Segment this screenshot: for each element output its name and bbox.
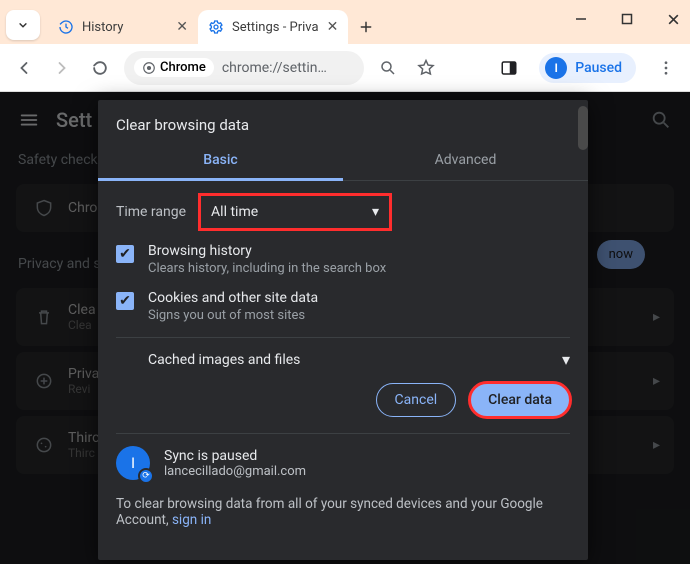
- clear-browsing-data-dialog: Clear browsing data Basic Advanced Time …: [98, 100, 588, 560]
- tab-label: History: [82, 20, 123, 35]
- minimize-button[interactable]: [570, 8, 592, 30]
- option-cookies[interactable]: ✔ Cookies and other site data Signs you …: [116, 290, 570, 323]
- window-controls: [570, 8, 684, 30]
- checkbox-checked[interactable]: ✔: [116, 292, 134, 310]
- time-range-value: All time: [211, 204, 258, 220]
- menu-button[interactable]: [652, 54, 680, 82]
- bookmark-button[interactable]: [412, 54, 440, 82]
- maximize-button[interactable]: [616, 8, 638, 30]
- profile-chip-label: Paused: [575, 60, 622, 76]
- sync-paused-badge-icon: ⟳: [138, 468, 154, 484]
- avatar-initial: I: [131, 454, 135, 472]
- chrome-icon: [142, 61, 156, 75]
- reload-button[interactable]: [86, 54, 114, 82]
- clear-data-button[interactable]: Clear data: [470, 383, 570, 417]
- gear-icon: [208, 19, 224, 35]
- option-browsing-history[interactable]: ✔ Browsing history Clears history, inclu…: [116, 243, 570, 276]
- time-range-select[interactable]: All time ▾: [200, 195, 390, 229]
- dialog-actions: Cancel Clear data: [98, 369, 588, 433]
- option-title: Browsing history: [148, 243, 386, 259]
- time-range-row: Time range All time ▾: [116, 195, 570, 229]
- option-sub: Clears history, including in the search …: [148, 261, 386, 276]
- tab-basic[interactable]: Basic: [98, 142, 343, 181]
- toolbar: Chrome chrome://settin… I Paused: [0, 44, 690, 92]
- button-label: Clear data: [488, 392, 552, 408]
- tab-label: Basic: [203, 152, 237, 168]
- back-button[interactable]: [10, 54, 38, 82]
- dialog-title: Clear browsing data: [98, 100, 588, 142]
- tab-search-button[interactable]: [6, 10, 40, 40]
- dialog-tabs: Basic Advanced: [98, 142, 588, 181]
- magnifier-icon: [379, 59, 397, 77]
- omnibox[interactable]: Chrome chrome://settin…: [124, 51, 364, 85]
- time-range-label: Time range: [116, 204, 186, 220]
- new-tab-button[interactable]: [352, 13, 380, 41]
- tab-history[interactable]: History ✕: [48, 10, 198, 44]
- tab-label: Advanced: [435, 152, 497, 168]
- dialog-footnote: To clear browsing data from all of your …: [98, 492, 588, 528]
- reload-icon: [90, 58, 110, 78]
- close-icon[interactable]: ✕: [176, 19, 188, 35]
- titlebar: History ✕ Settings - Priva ✕: [0, 0, 690, 44]
- side-panel-icon: [500, 59, 518, 77]
- avatar: I: [545, 57, 567, 79]
- zoom-button[interactable]: [374, 54, 402, 82]
- cancel-button[interactable]: Cancel: [376, 383, 457, 417]
- arrow-left-icon: [14, 58, 34, 78]
- kebab-icon: [657, 59, 675, 77]
- avatar: I ⟳: [116, 446, 150, 480]
- omnibox-url: chrome://settin…: [222, 60, 327, 76]
- close-icon[interactable]: ✕: [327, 19, 339, 35]
- chevron-down-icon: [16, 18, 30, 32]
- site-chip-label: Chrome: [160, 60, 206, 75]
- scrollbar-thumb[interactable]: [578, 106, 588, 150]
- sign-in-link[interactable]: sign in: [172, 512, 211, 528]
- profile-chip[interactable]: I Paused: [539, 53, 636, 83]
- tab-label: Settings - Priva: [232, 20, 319, 35]
- star-icon: [416, 58, 436, 78]
- tab-settings[interactable]: Settings - Priva ✕: [198, 10, 348, 44]
- sync-status-text: Sync is paused: [164, 448, 306, 464]
- caret-down-icon: ▾: [372, 204, 379, 220]
- close-window-button[interactable]: [662, 8, 684, 30]
- tab-advanced[interactable]: Advanced: [343, 142, 588, 181]
- forward-button[interactable]: [48, 54, 76, 82]
- checkbox-checked[interactable]: ✔: [116, 245, 134, 263]
- tab-strip: History ✕ Settings - Priva ✕: [48, 10, 380, 44]
- button-label: Cancel: [395, 392, 438, 408]
- option-sub: Signs you out of most sites: [148, 308, 318, 323]
- sync-status-row[interactable]: I ⟳ Sync is paused lancecillado@gmail.co…: [116, 433, 570, 492]
- arrow-right-icon: [52, 58, 72, 78]
- site-chip[interactable]: Chrome: [134, 58, 214, 77]
- dialog-body: Time range All time ▾ ✔ Browsing history…: [98, 181, 588, 369]
- option-title: Cached images and files: [116, 352, 300, 368]
- history-icon: [58, 19, 74, 35]
- plus-icon: [358, 19, 374, 35]
- caret-down-icon: ▾: [562, 350, 570, 369]
- option-title: Cookies and other site data: [148, 290, 318, 306]
- option-cached[interactable]: Cached images and files ▾: [116, 337, 570, 369]
- sync-email: lancecillado@gmail.com: [164, 464, 306, 479]
- side-panel-button[interactable]: [495, 54, 523, 82]
